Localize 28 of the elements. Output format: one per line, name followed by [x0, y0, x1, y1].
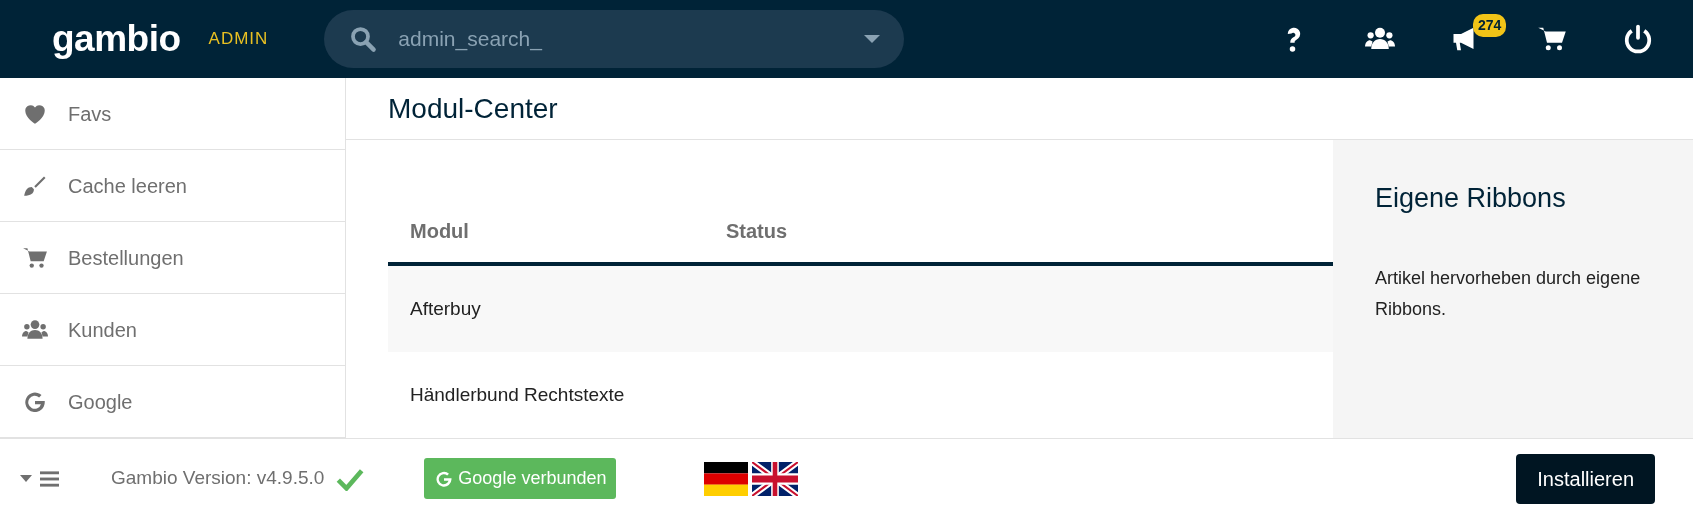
logo[interactable]: gambio [52, 11, 181, 67]
search-bar[interactable]: admin_search_ [324, 10, 905, 69]
search-icon [348, 24, 379, 55]
sidebar-item[interactable]: Cache leeren [0, 150, 345, 223]
german-flag-icon[interactable] [704, 461, 749, 496]
notification-count: 274 [1473, 14, 1507, 38]
caret-icon [20, 474, 32, 483]
panel-title: Eigene Ribbons [1375, 182, 1567, 215]
version-text: Gambio Version: v4.9.5.0 [111, 466, 325, 491]
table-row[interactable]: Händlerbund Rechtstexte [388, 352, 1333, 438]
table-row[interactable]: Afterbuy [388, 266, 1333, 352]
power-icon[interactable] [1623, 24, 1653, 55]
table-cell: Afterbuy [410, 297, 481, 319]
table-cell: Händlerbund Rechtstexte [410, 383, 625, 405]
page-title: Modul-Center [388, 91, 558, 126]
admin-label: ADMIN [208, 28, 269, 51]
panel-description: Artikel hervorheben durch eigene Ribbons. [1375, 266, 1642, 321]
menu-toggle[interactable] [20, 470, 59, 487]
british-flag-icon[interactable] [752, 461, 799, 496]
caret-icon[interactable] [864, 34, 881, 45]
sidebar-item[interactable]: Favs [0, 78, 345, 151]
install-button[interactable]: Installieren [1516, 453, 1655, 504]
menu-icon [40, 470, 59, 487]
column-header[interactable]: Modul [410, 220, 469, 242]
column-header[interactable]: Status [726, 220, 788, 242]
sidebar-item[interactable]: Kunden [0, 294, 345, 367]
sidebar-item[interactable]: Bestellungen [0, 222, 345, 295]
search-field[interactable]: admin_search_ [396, 22, 865, 56]
